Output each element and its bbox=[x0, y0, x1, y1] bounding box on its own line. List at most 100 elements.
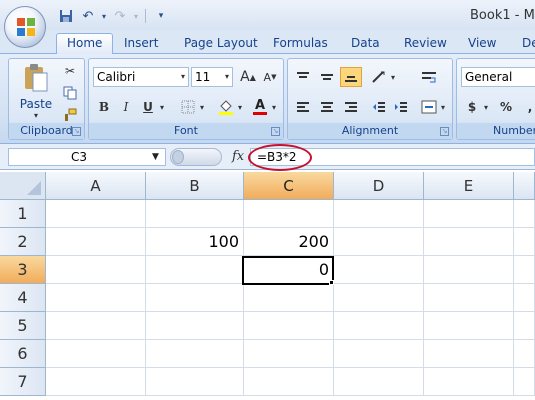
percent-button[interactable]: % bbox=[495, 97, 517, 117]
cell-a7[interactable] bbox=[46, 368, 146, 396]
alignment-launcher-icon[interactable]: ↘ bbox=[440, 127, 449, 136]
column-header-b[interactable]: B bbox=[146, 172, 244, 200]
name-box[interactable]: C3 bbox=[8, 148, 166, 166]
cell-f5[interactable] bbox=[514, 312, 535, 340]
cell-b1[interactable] bbox=[146, 200, 244, 228]
cell-f2[interactable] bbox=[514, 228, 535, 256]
tab-page-layout[interactable]: Page Layout bbox=[184, 34, 258, 54]
cell-c2[interactable]: 200 bbox=[244, 228, 334, 256]
cell-d5[interactable] bbox=[334, 312, 424, 340]
cell-f1[interactable] bbox=[514, 200, 535, 228]
tab-home[interactable]: Home bbox=[56, 33, 114, 55]
row-header-3[interactable]: 3 bbox=[0, 256, 46, 284]
tab-formulas[interactable]: Formulas bbox=[273, 34, 328, 54]
column-header-e[interactable]: E bbox=[424, 172, 514, 200]
undo-dropdown-icon[interactable]: ▾ bbox=[100, 7, 108, 25]
cell-d4[interactable] bbox=[334, 284, 424, 312]
tab-view[interactable]: View bbox=[468, 34, 496, 54]
align-left-icon[interactable] bbox=[292, 97, 314, 117]
cell-c6[interactable] bbox=[244, 340, 334, 368]
cell-c5[interactable] bbox=[244, 312, 334, 340]
font-size-dropdown-icon[interactable]: ▾ bbox=[225, 68, 229, 86]
merge-center-icon[interactable] bbox=[418, 97, 440, 117]
cell-a3[interactable] bbox=[46, 256, 146, 284]
font-size-combo[interactable]: 11 ▾ bbox=[191, 67, 233, 87]
row-header-1[interactable]: 1 bbox=[0, 200, 46, 228]
cell-e5[interactable] bbox=[424, 312, 514, 340]
merge-dropdown-icon[interactable]: ▾ bbox=[438, 97, 448, 117]
cell-a4[interactable] bbox=[46, 284, 146, 312]
undo-icon[interactable]: ↶ bbox=[78, 7, 98, 25]
cell-e2[interactable] bbox=[424, 228, 514, 256]
cell-e4[interactable] bbox=[424, 284, 514, 312]
cell-b5[interactable] bbox=[146, 312, 244, 340]
insert-function-icon[interactable]: fx bbox=[232, 149, 244, 164]
top-align-icon[interactable] bbox=[292, 67, 314, 87]
cell-f4[interactable] bbox=[514, 284, 535, 312]
cell-d6[interactable] bbox=[334, 340, 424, 368]
bottom-align-icon[interactable] bbox=[340, 67, 362, 87]
italic-button[interactable]: I bbox=[115, 97, 137, 117]
cell-a5[interactable] bbox=[46, 312, 146, 340]
redo-icon[interactable]: ↷ bbox=[110, 7, 130, 25]
cell-b7[interactable] bbox=[146, 368, 244, 396]
select-all-button[interactable] bbox=[0, 172, 46, 200]
align-center-icon[interactable] bbox=[316, 97, 338, 117]
orientation-dropdown-icon[interactable]: ▾ bbox=[388, 67, 398, 87]
cut-icon[interactable]: ✂ bbox=[59, 61, 81, 81]
paste-button[interactable]: Paste ▾ bbox=[13, 63, 59, 121]
currency-dropdown-icon[interactable]: ▾ bbox=[481, 97, 491, 117]
underline-dropdown-icon[interactable]: ▾ bbox=[157, 97, 167, 117]
cell-c4[interactable] bbox=[244, 284, 334, 312]
tab-insert[interactable]: Insert bbox=[124, 34, 158, 54]
cell-d3[interactable] bbox=[334, 256, 424, 284]
customize-qat-icon[interactable]: ▾ bbox=[151, 7, 171, 25]
shrink-font-button[interactable]: A ▼ bbox=[259, 67, 281, 87]
save-icon[interactable] bbox=[56, 7, 76, 25]
row-header-4[interactable]: 4 bbox=[0, 284, 46, 312]
grow-font-button[interactable]: A ▲ bbox=[237, 67, 259, 87]
bold-button[interactable]: B bbox=[93, 97, 115, 117]
font-color-dropdown-icon[interactable]: ▾ bbox=[269, 97, 279, 117]
cell-d1[interactable] bbox=[334, 200, 424, 228]
cell-b2[interactable]: 100 bbox=[146, 228, 244, 256]
tab-data[interactable]: Data bbox=[351, 34, 380, 54]
cell-e1[interactable] bbox=[424, 200, 514, 228]
cell-c1[interactable] bbox=[244, 200, 334, 228]
comma-button[interactable]: , bbox=[519, 97, 535, 117]
fill-color-dropdown-icon[interactable]: ▾ bbox=[235, 97, 245, 117]
column-header-c[interactable]: C bbox=[244, 172, 334, 200]
cell-d7[interactable] bbox=[334, 368, 424, 396]
format-painter-icon[interactable] bbox=[59, 105, 81, 125]
wrap-text-icon[interactable] bbox=[418, 67, 440, 87]
middle-align-icon[interactable] bbox=[316, 67, 338, 87]
row-header-2[interactable]: 2 bbox=[0, 228, 46, 256]
cell-b4[interactable] bbox=[146, 284, 244, 312]
cell-a2[interactable] bbox=[46, 228, 146, 256]
row-header-7[interactable]: 7 bbox=[0, 368, 46, 396]
fill-handle[interactable] bbox=[329, 280, 334, 285]
column-header-f[interactable] bbox=[514, 172, 535, 200]
font-launcher-icon[interactable]: ↘ bbox=[271, 127, 280, 136]
borders-dropdown-icon[interactable]: ▾ bbox=[197, 97, 207, 117]
font-name-dropdown-icon[interactable]: ▾ bbox=[181, 68, 185, 86]
font-name-combo[interactable]: Calibri ▾ bbox=[93, 67, 189, 87]
column-header-d[interactable]: D bbox=[334, 172, 424, 200]
clipboard-launcher-icon[interactable]: ↘ bbox=[72, 127, 81, 136]
borders-icon[interactable] bbox=[177, 97, 199, 117]
number-format-combo[interactable]: General bbox=[461, 67, 535, 87]
cell-b3[interactable] bbox=[146, 256, 244, 284]
increase-indent-icon[interactable] bbox=[390, 97, 412, 117]
tab-review[interactable]: Review bbox=[404, 34, 447, 54]
cell-e6[interactable] bbox=[424, 340, 514, 368]
cell-a6[interactable] bbox=[46, 340, 146, 368]
cell-c7[interactable] bbox=[244, 368, 334, 396]
font-color-button[interactable]: A bbox=[249, 97, 271, 117]
cell-e7[interactable] bbox=[424, 368, 514, 396]
fill-color-icon[interactable] bbox=[215, 97, 237, 117]
cell-f3[interactable] bbox=[514, 256, 535, 284]
tab-developer[interactable]: De bbox=[522, 34, 535, 54]
cell-b6[interactable] bbox=[146, 340, 244, 368]
copy-icon[interactable] bbox=[59, 83, 81, 103]
paste-dropdown-icon[interactable]: ▾ bbox=[13, 111, 59, 120]
